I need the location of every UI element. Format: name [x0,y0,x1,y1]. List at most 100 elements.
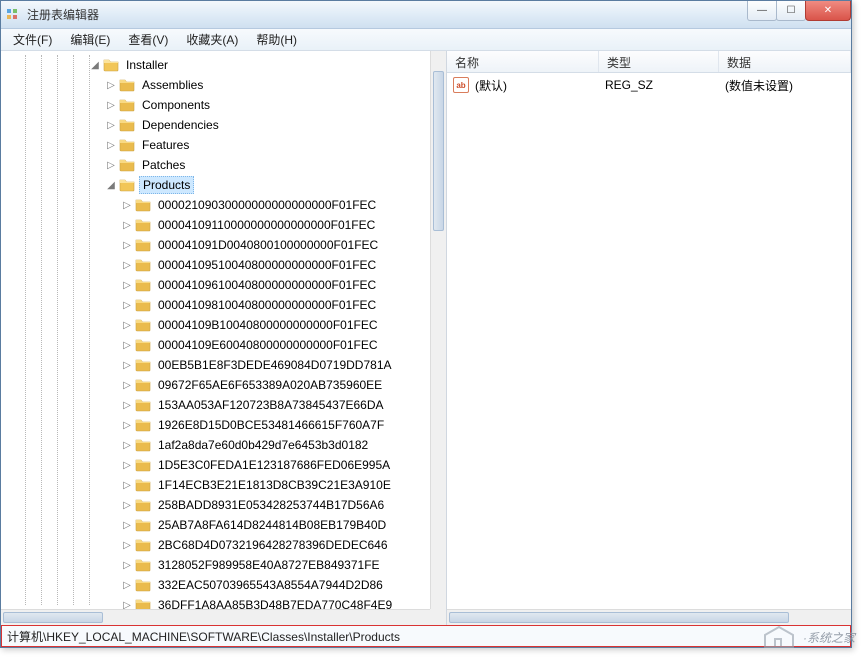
tree-item[interactable]: ▷ 1D5E3C0FEDA1E123187686FED06E995A [1,455,430,475]
expand-icon[interactable]: ▷ [105,140,117,151]
folder-icon [135,497,151,513]
list-header: 名称 类型 数据 [447,51,851,73]
expand-icon[interactable]: ▷ [121,600,133,610]
tree-item[interactable]: ▷ 2BC68D4D0732196428278396DEDEC646 [1,535,430,555]
expand-icon[interactable]: ▷ [121,480,133,491]
expand-icon[interactable]: ▷ [121,320,133,331]
tree-item[interactable]: ▷ 00004109810040800000000000F01FEC [1,295,430,315]
tree-item-label: 000041091D0040800100000000F01FEC [155,237,381,253]
value-name: (默认) [475,77,605,94]
tree-item[interactable]: ▷25AB7A8FA614D8244814B08EB179B40D [1,515,430,535]
horizontal-scrollbar[interactable] [1,609,430,625]
expand-icon[interactable]: ▷ [121,380,133,391]
tree-item[interactable]: ▷Dependencies [1,115,430,135]
column-name[interactable]: 名称 [447,51,599,72]
expand-icon[interactable]: ▷ [121,240,133,251]
expand-icon[interactable]: ▷ [121,520,133,531]
tree-item[interactable]: ▷Components [1,95,430,115]
tree-item[interactable]: ▷Assemblies [1,75,430,95]
tree-item[interactable]: ▷ 09672F65AE6F653389A020AB735960EE [1,375,430,395]
expand-icon[interactable]: ▷ [121,400,133,411]
tree-item[interactable]: ▷ 3128052F989958E40A8727EB849371FE [1,555,430,575]
tree-item[interactable]: ▷00004109B10040800000000000F01FEC [1,315,430,335]
tree-item[interactable]: ▷36DFF1A8AA85B3D48B7EDA770C48F4E9 [1,595,430,609]
tree-item-label: 1926E8D15D0BCE53481466615F760A7F [155,417,387,433]
tree-item-label: 00004109110000000000000000F01FEC [155,217,378,233]
expand-icon[interactable]: ▷ [121,420,133,431]
tree-item-label: 1F14ECB3E21E1813D8CB39C21E3A910E [155,477,394,493]
expand-icon[interactable]: ▷ [121,300,133,311]
list-row[interactable]: ab (默认) REG_SZ (数值未设置) [447,75,851,95]
expand-icon[interactable]: ▷ [105,160,117,171]
expand-icon[interactable]: ▷ [121,200,133,211]
expand-icon[interactable]: ▷ [121,440,133,451]
expand-icon[interactable]: ▷ [121,220,133,231]
expand-icon[interactable]: ▷ [121,260,133,271]
tree-item-label: Installer [123,57,171,73]
tree-item[interactable]: ▷1af2a8da7e60d0b429d7e6453b3d0182 [1,435,430,455]
tree-item[interactable]: ▷00004109610040800000000000F01FEC [1,275,430,295]
expand-icon[interactable]: ▷ [105,100,117,111]
expand-icon[interactable]: ▷ [121,460,133,471]
expand-icon[interactable]: ▷ [105,120,117,131]
tree-item[interactable]: ▷Patches [1,155,430,175]
folder-icon [135,317,151,333]
menu-view[interactable]: 查看(V) [120,29,176,50]
tree-item-label: 09672F65AE6F653389A020AB735960EE [155,377,385,393]
expand-icon[interactable]: ▷ [121,560,133,571]
tree-item[interactable]: ▷ 1F14ECB3E21E1813D8CB39C21E3A910E [1,475,430,495]
tree-item[interactable]: ▷ 258BADD8931E053428253744B17D56A6 [1,495,430,515]
tree-item[interactable]: ▷153AA053AF120723B8A73845437E66DA [1,395,430,415]
close-button[interactable]: ✕ [805,1,851,21]
expand-icon[interactable]: ▷ [121,580,133,591]
tree-item[interactable]: ▷ 00004109110000000000000000F01FEC [1,215,430,235]
collapse-icon[interactable]: ◢ [105,180,117,191]
tree-item[interactable]: ▷ 000041091D0040800100000000F01FEC [1,235,430,255]
list-body: ab (默认) REG_SZ (数值未设置) [447,73,851,97]
expand-icon[interactable]: ▷ [121,500,133,511]
scrollbar-thumb[interactable] [433,71,444,231]
tree-item[interactable]: ▷00004109E60040800000000000F01FEC [1,335,430,355]
scrollbar-thumb[interactable] [3,612,103,623]
scrollbar-thumb[interactable] [449,612,789,623]
menu-edit[interactable]: 编辑(E) [62,29,118,50]
tree-item-label: 258BADD8931E053428253744B17D56A6 [155,497,387,513]
tree-item-label: 00004109810040800000000000F01FEC [155,297,379,313]
tree-item[interactable]: ▷00EB5B1E8F3DEDE469084D0719DD781A [1,355,430,375]
folder-icon [135,537,151,553]
minimize-button[interactable]: — [747,1,777,21]
folder-icon [135,577,151,593]
menu-favorites[interactable]: 收藏夹(A) [178,29,246,50]
folder-icon [135,477,151,493]
tree-item-label: Products [139,176,194,194]
folder-icon [135,357,151,373]
tree-item-label: 3128052F989958E40A8727EB849371FE [155,557,383,573]
tree-item-label: 00002109030000000000000000F01FEC [155,197,379,213]
horizontal-scrollbar[interactable] [447,609,851,625]
collapse-icon[interactable]: ◢ [89,60,101,71]
tree-item[interactable]: ▷332EAC50703965543A8554A7944D2D86 [1,575,430,595]
tree-item[interactable]: ▷ 00002109030000000000000000F01FEC [1,195,430,215]
expand-icon[interactable]: ▷ [121,540,133,551]
folder-icon [135,597,151,609]
expand-icon[interactable]: ▷ [121,360,133,371]
menu-file[interactable]: 文件(F) [5,29,60,50]
tree-item[interactable]: ▷ 1926E8D15D0BCE53481466615F760A7F [1,415,430,435]
vertical-scrollbar[interactable] [430,51,446,609]
tree-item[interactable]: ▷Features [1,135,430,155]
column-type[interactable]: 类型 [599,51,719,72]
tree-item[interactable]: ◢ Installer [1,55,430,75]
tree-item-label: 1D5E3C0FEDA1E123187686FED06E995A [155,457,393,473]
maximize-button[interactable]: ☐ [776,1,806,21]
expand-icon[interactable]: ▷ [121,280,133,291]
tree-item-label: 2BC68D4D0732196428278396DEDEC646 [155,537,391,553]
expand-icon[interactable]: ▷ [105,80,117,91]
tree-scroll[interactable]: ◢ Installer ▷Assemblies▷Components▷Depende… [1,51,430,609]
tree-item[interactable]: ◢ Products [1,175,430,195]
expand-icon[interactable]: ▷ [121,340,133,351]
menu-help[interactable]: 帮助(H) [248,29,305,50]
column-data[interactable]: 数据 [719,51,851,72]
tree-item[interactable]: ▷00004109510040800000000000F01FEC [1,255,430,275]
folder-icon [119,157,135,173]
string-value-icon: ab [453,77,469,93]
